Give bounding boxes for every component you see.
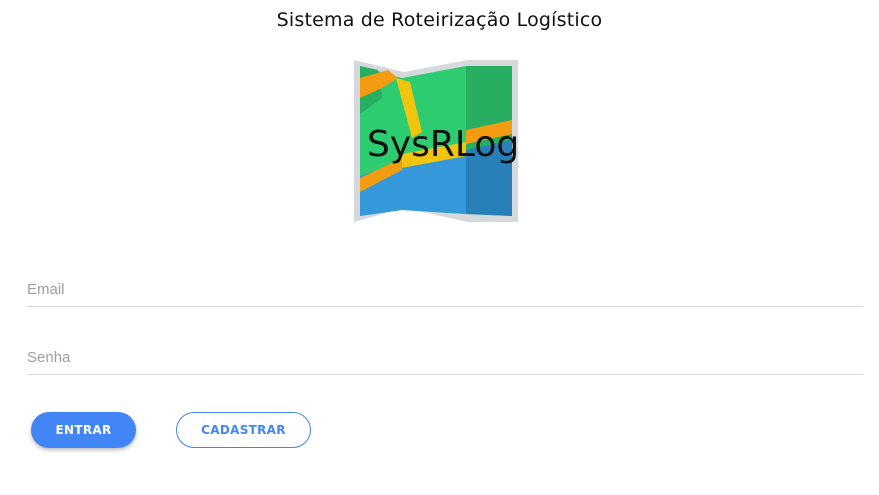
email-field[interactable] <box>27 281 863 298</box>
email-field-wrapper <box>27 268 863 307</box>
password-field[interactable] <box>27 349 863 366</box>
login-button[interactable]: ENTRAR <box>31 412 136 448</box>
password-field-wrapper <box>27 336 863 375</box>
page-title: Sistema de Roteirização Logístico <box>276 9 603 31</box>
logo-text: SysRLog <box>367 124 519 165</box>
login-page: Sistema de Roteirização Logístico SysRLo… <box>0 0 879 495</box>
folded-map-icon: SysRLog <box>354 60 519 222</box>
register-button[interactable]: CADASTRAR <box>176 412 311 448</box>
app-logo: SysRLog <box>352 58 520 226</box>
